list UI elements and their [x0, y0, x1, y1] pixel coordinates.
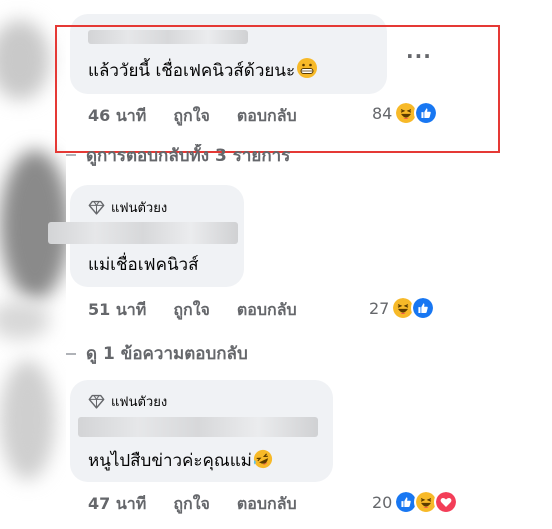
like-button[interactable]: ถูกใจ	[173, 298, 210, 323]
rolling-laughing-emoji-icon	[253, 449, 272, 469]
reaction-summary[interactable]: 20	[372, 490, 459, 514]
badge-label: แฟนตัวยง	[111, 201, 168, 216]
comment-actions: 51 นาที ถูกใจ ตอบกลับ	[88, 298, 324, 323]
comment-actions: 47 นาที ถูกใจ ตอบกลับ	[88, 492, 324, 517]
diamond-icon	[88, 394, 105, 409]
reaction-count: 27	[369, 298, 390, 318]
blurred-avatar	[0, 300, 50, 340]
blurred-avatar	[0, 20, 50, 100]
view-replies-link[interactable]: ดูการตอบกลับทั้ง 3 รายการ	[66, 144, 290, 166]
reply-thread-line	[66, 352, 76, 355]
comment-time-link[interactable]: 51 นาที	[88, 298, 146, 323]
like-reaction-icon	[411, 296, 436, 320]
view-replies-link[interactable]: ดู 1 ข้อความตอบกลับ	[66, 340, 248, 367]
reply-button[interactable]: ตอบกลับ	[237, 298, 297, 323]
reaction-summary[interactable]: 27	[369, 296, 436, 320]
reply-thread-line	[66, 154, 76, 156]
like-button[interactable]: ถูกใจ	[173, 492, 210, 517]
comment-text: หนูไปสืบข่าวค่ะคุณแม่	[88, 449, 273, 472]
diamond-icon	[88, 200, 105, 215]
redacted-author-name	[78, 417, 318, 437]
fan-badge: แฟนตัวยง	[88, 197, 167, 218]
comment-time-link[interactable]: 47 นาที	[88, 492, 146, 517]
redacted-author-name	[48, 222, 238, 244]
reaction-count: 20	[372, 492, 393, 512]
badge-label: แฟนตัวยง	[111, 395, 168, 410]
highlight-box	[55, 25, 500, 153]
fan-badge: แฟนตัวยง	[88, 391, 167, 412]
love-reaction-icon	[434, 490, 459, 514]
blurred-avatar	[0, 360, 55, 480]
reply-button[interactable]: ตอบกลับ	[237, 492, 297, 517]
comment-text: แม่เชื่อเฟคนิวส์	[88, 255, 199, 275]
